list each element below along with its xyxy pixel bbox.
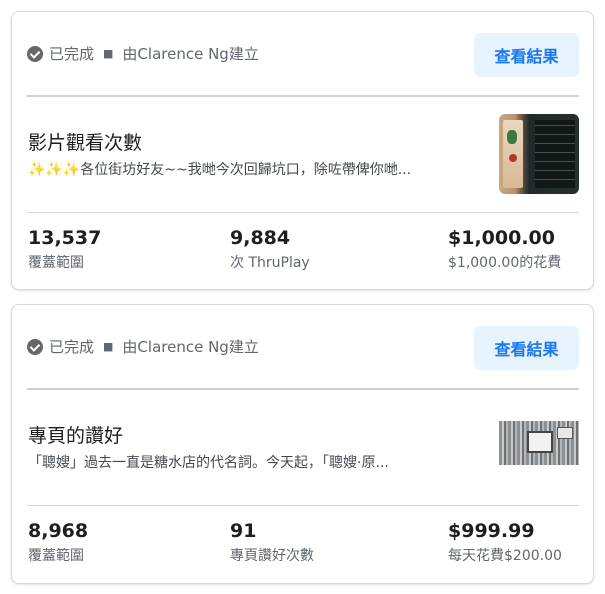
sign-graphic [527,431,553,453]
status-line: 已完成 ■ 由Clarence Ng建立 [27,336,259,357]
status-line: 已完成 ■ 由Clarence Ng建立 [27,43,259,64]
divider [27,95,579,97]
metric-spend: $999.99 每天花費$200.00 [448,520,562,565]
separator-dot: ■ [103,340,114,353]
metric-label: 覆蓋範圍 [28,255,84,271]
metric-spend: $1,000.00 $1,000.00的花費 [448,227,561,272]
metric-page-likes: 91 專頁讚好次數 [230,520,314,565]
storefront-thumbnail[interactable] [499,421,579,465]
ad-description: 「聰嫂」過去一直是糖水店的代名詞。今天起，「聰嫂·原... [28,455,389,471]
card-header: 已完成 ■ 由Clarence Ng建立 查看結果 [27,28,579,77]
view-results-button[interactable]: 查看結果 [474,326,579,370]
metric-label: 每天花費$200.00 [448,548,562,564]
separator-dot: ■ [103,47,114,60]
divider [27,505,579,506]
creator-text: 由Clarence Ng建立 [122,338,259,356]
check-circle-icon [27,45,43,62]
metric-value: 13,537 [28,227,102,249]
metric-label: $1,000.00的花費 [448,255,562,271]
metrics-row: 8,968 覆蓋範圍 91 專頁讚好次數 $999.99 每天花費$200.00 [28,520,579,570]
ad-objective-title: 影片觀看次數 [28,132,143,154]
shelf-graphic [535,120,575,188]
campaign-card: 已完成 ■ 由Clarence Ng建立 查看結果 影片觀看次數 ✨✨✨各位街坊… [11,11,594,290]
metric-value: 8,968 [28,520,89,542]
metric-value: $1,000.00 [448,227,555,249]
metric-label: 覆蓋範圍 [28,548,84,564]
status-text: 已完成 [49,45,95,63]
creator-text: 由Clarence Ng建立 [122,45,259,63]
metric-reach: 13,537 覆蓋範圍 [28,227,101,272]
metric-value: 91 [230,520,257,542]
metric-reach: 8,968 覆蓋範圍 [28,520,88,565]
metric-thruplay: 9,884 次 ThruPlay [230,227,310,272]
metric-value: 9,884 [230,227,291,249]
poster-graphic [503,120,523,188]
campaign-card: 已完成 ■ 由Clarence Ng建立 查看結果 專頁的讚好 「聰嫂」過去一直… [11,304,594,584]
metrics-row: 13,537 覆蓋範圍 9,884 次 ThruPlay $1,000.00 $… [28,227,579,277]
metric-label: 專頁讚好次數 [230,548,314,564]
divider [27,388,579,390]
ad-description: ✨✨✨各位街坊好友~~我哋今次回歸坑口，除咗帶俾你哋... [28,162,412,178]
sign-graphic [557,427,573,439]
metric-label: 次 ThruPlay [230,255,310,271]
check-circle-icon [27,338,43,355]
view-results-button[interactable]: 查看結果 [474,33,579,77]
status-text: 已完成 [49,338,95,356]
card-header: 已完成 ■ 由Clarence Ng建立 查看結果 [27,321,579,370]
video-thumbnail[interactable] [499,114,579,194]
ad-objective-title: 專頁的讚好 [28,425,124,447]
divider [27,212,579,213]
metric-value: $999.99 [448,520,535,542]
